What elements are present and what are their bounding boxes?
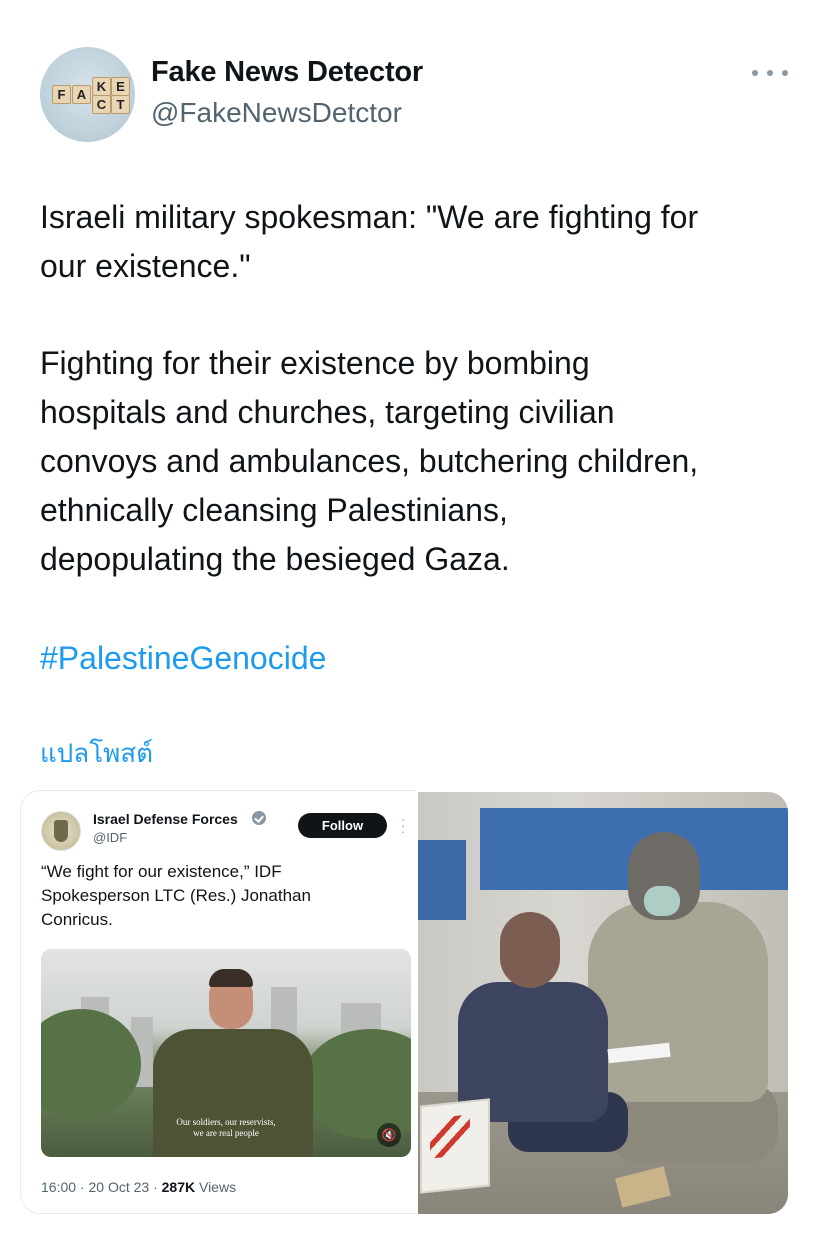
more-options-icon[interactable] bbox=[752, 70, 788, 80]
medical-box bbox=[420, 1098, 490, 1194]
more-vertical-icon: · · · bbox=[401, 812, 406, 839]
avatar-letter: C bbox=[92, 95, 111, 114]
face bbox=[500, 912, 560, 988]
oxygen-mask bbox=[644, 886, 680, 916]
embedded-video-thumbnail: Our soldiers, our reservists, we are rea… bbox=[41, 949, 411, 1157]
verified-badge-icon bbox=[252, 811, 266, 825]
avatar-letter: A bbox=[72, 85, 91, 104]
avatar-letter: K bbox=[92, 77, 111, 96]
embedded-views-label: Views bbox=[195, 1179, 237, 1195]
avatar-letter: F bbox=[52, 85, 71, 104]
video-subtitle-line: Our soldiers, our reservists, bbox=[176, 1117, 276, 1127]
post-text-line: Israeli military spokesman: "We are figh… bbox=[40, 199, 699, 235]
photo-blue-panel bbox=[418, 840, 466, 920]
follow-button: Follow bbox=[298, 813, 387, 838]
translate-post-link[interactable]: แปลโพสต์ bbox=[40, 733, 153, 774]
video-subtitle-line: we are real people bbox=[193, 1128, 259, 1138]
avatar-letter: E bbox=[111, 77, 130, 96]
media-image-photo[interactable] bbox=[418, 792, 788, 1214]
tree bbox=[41, 1009, 141, 1119]
user-handle[interactable]: @FakeNewsDetctor bbox=[151, 97, 402, 129]
embedded-meta: 16:00 · 20 Oct 23 · 287K Views bbox=[41, 1179, 236, 1195]
post-text-line: Fighting for their existence by bombing bbox=[40, 345, 590, 381]
embedded-tweet-text: “We fight for our existence,” IDF Spokes… bbox=[41, 862, 311, 929]
tree bbox=[301, 1029, 411, 1139]
post-text-line: hospitals and churches, targeting civili… bbox=[40, 394, 615, 430]
embedded-views-count: 287K bbox=[161, 1179, 196, 1195]
dot bbox=[767, 70, 773, 76]
hashtag-link[interactable]: #PalestineGenocide bbox=[40, 634, 326, 683]
hair bbox=[209, 969, 253, 987]
dot bbox=[782, 70, 788, 76]
video-subtitle: Our soldiers, our reservists, we are rea… bbox=[171, 1117, 281, 1139]
post-text-line: our existence." bbox=[40, 248, 251, 284]
post-text-line: ethnically cleansing Palestinians, bbox=[40, 492, 508, 528]
post-text-line: depopulating the besieged Gaza. bbox=[40, 541, 510, 577]
embedded-display-name: Israel Defense Forces bbox=[93, 811, 238, 827]
post-text-line: convoys and ambulances, butchering child… bbox=[40, 443, 699, 479]
embedded-handle: @IDF bbox=[93, 830, 128, 845]
muted-speaker-icon: 🔇 bbox=[377, 1123, 401, 1147]
dot bbox=[752, 70, 758, 76]
idf-avatar bbox=[41, 811, 81, 851]
avatar-letter: T bbox=[111, 95, 130, 114]
embedded-timestamp: 16:00 · 20 Oct 23 · bbox=[41, 1179, 162, 1195]
profile-avatar[interactable]: F A K E C T bbox=[40, 47, 135, 142]
media-image-embedded-tweet[interactable]: Israel Defense Forces @IDF Follow · · · “W… bbox=[20, 790, 416, 1214]
display-name[interactable]: Fake News Detector bbox=[151, 56, 423, 89]
